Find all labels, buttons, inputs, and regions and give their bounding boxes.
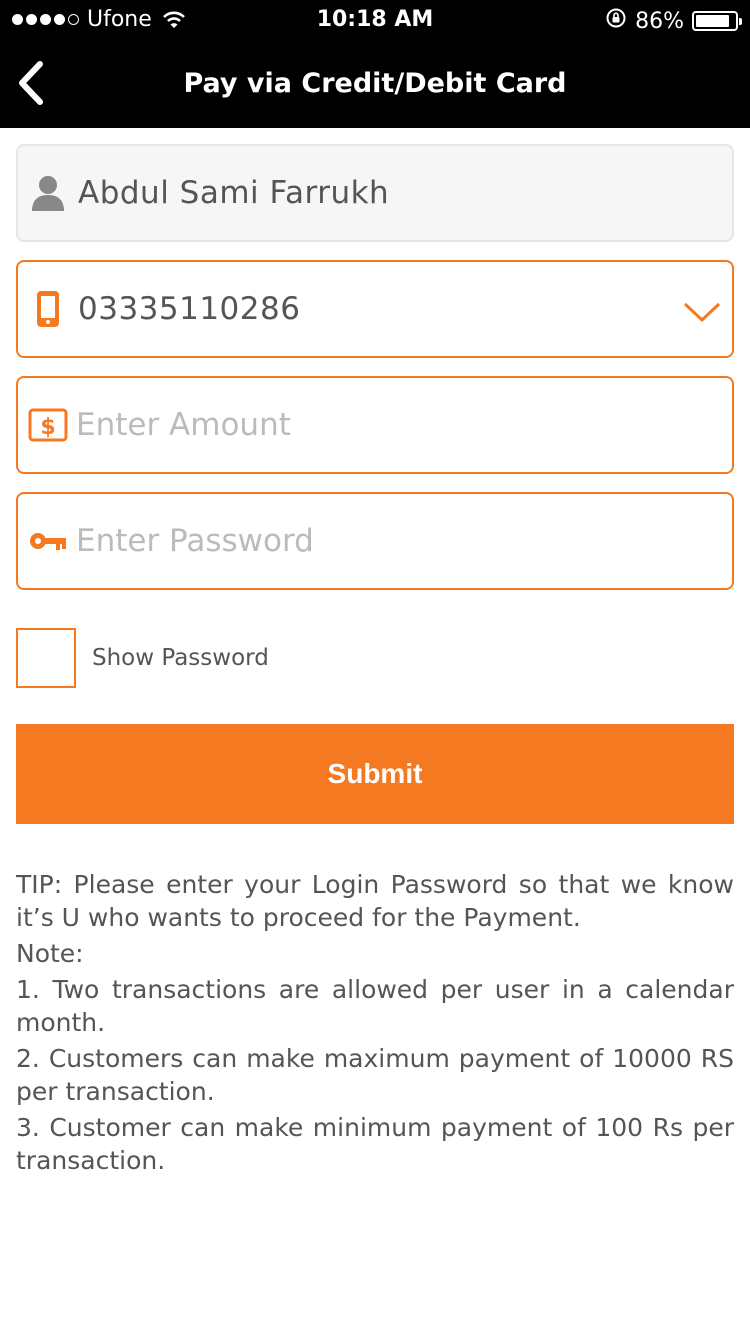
- phone-number-value: 03335110286: [78, 291, 301, 327]
- show-password-label[interactable]: Show Password: [92, 645, 269, 671]
- notes-section: TIP: Please enter your Login Password so…: [16, 868, 734, 1177]
- phone-number-select[interactable]: 03335110286: [16, 260, 734, 358]
- page-title: Pay via Credit/Debit Card: [183, 68, 567, 99]
- dollar-icon: $: [28, 403, 68, 447]
- note-item: 3. Customer can make minimum payment of …: [16, 1113, 734, 1175]
- battery-percent: 86%: [635, 8, 684, 34]
- person-icon: [28, 171, 68, 215]
- amount-input[interactable]: [76, 378, 716, 472]
- note-heading: Note:: [16, 939, 84, 968]
- svg-text:$: $: [40, 415, 55, 440]
- battery-icon: [692, 11, 742, 31]
- show-password-checkbox[interactable]: [16, 628, 76, 688]
- name-field: Abdul Sami Farrukh: [16, 144, 734, 242]
- note-item: 1. Two transactions are allowed per user…: [16, 975, 734, 1037]
- chevron-down-icon[interactable]: [682, 292, 722, 332]
- key-icon: [28, 519, 68, 563]
- status-bar: Ufone 10:18 AM 86%: [0, 0, 750, 40]
- name-value: Abdul Sami Farrukh: [78, 175, 390, 211]
- nav-bar: Pay via Credit/Debit Card: [0, 40, 750, 128]
- note-item: 2. Customers can make maximum payment of…: [16, 1044, 734, 1106]
- orientation-lock-icon: [605, 7, 627, 35]
- tip-text: TIP: Please enter your Login Password so…: [16, 870, 734, 932]
- mobile-phone-icon: [28, 287, 68, 331]
- password-input[interactable]: [76, 494, 716, 588]
- password-field[interactable]: [16, 492, 734, 590]
- submit-button[interactable]: Submit: [16, 724, 734, 824]
- amount-field[interactable]: $: [16, 376, 734, 474]
- show-password-row: Show Password: [16, 628, 269, 688]
